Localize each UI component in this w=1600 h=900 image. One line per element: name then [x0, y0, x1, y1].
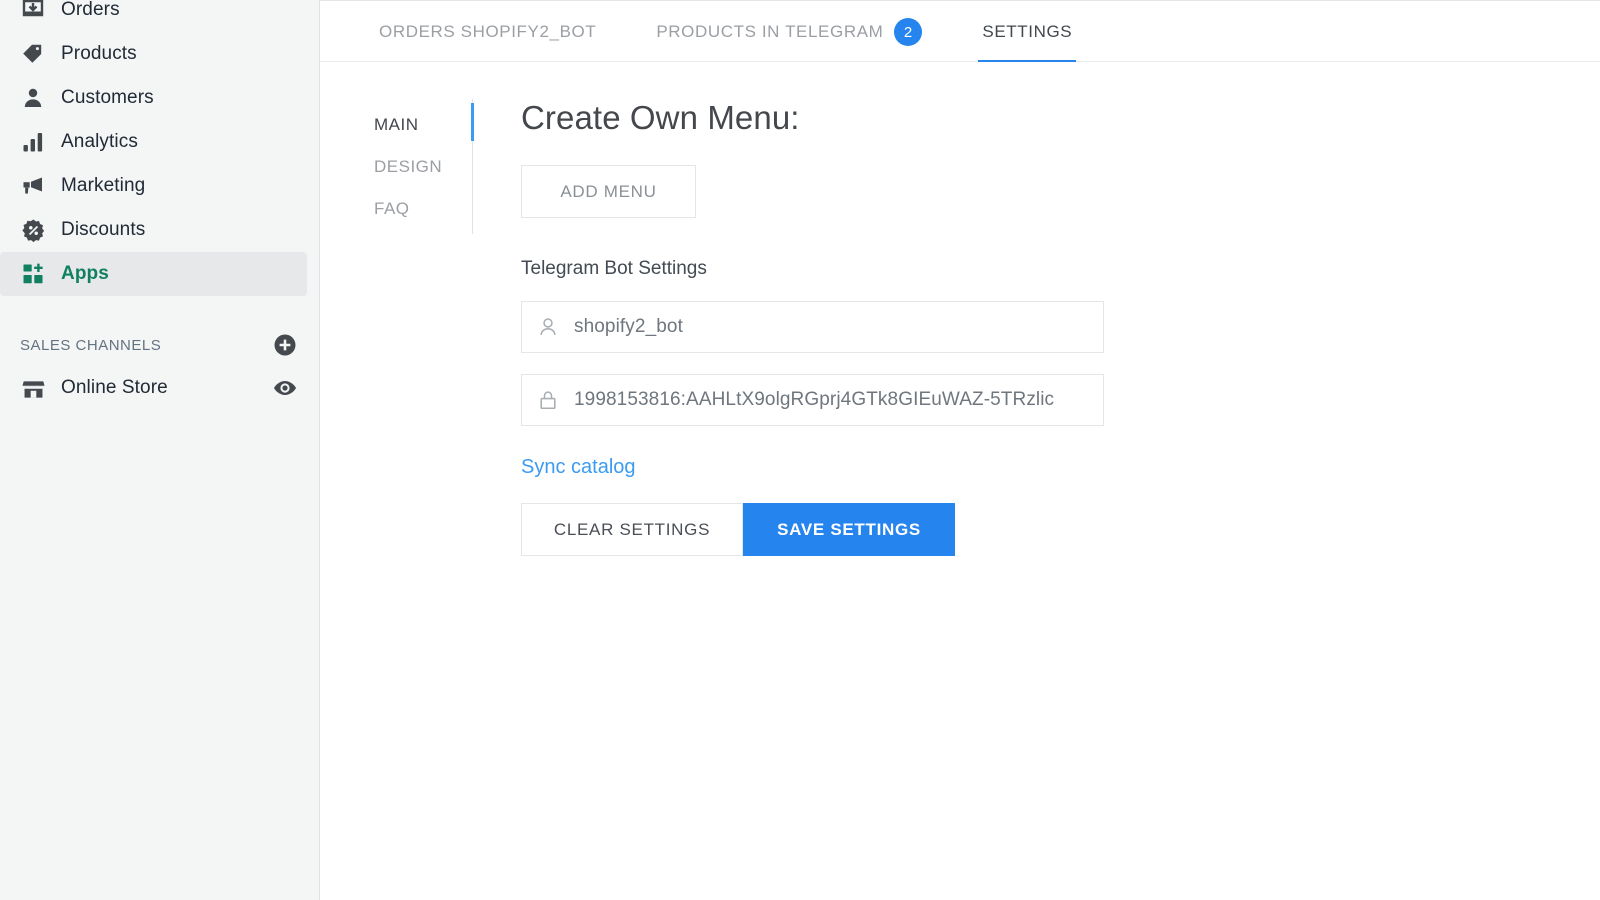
subnav-item-faq[interactable]: FAQ	[374, 188, 459, 230]
subnav-item-main[interactable]: MAIN	[374, 104, 459, 146]
subnav-divider	[471, 99, 474, 234]
lock-icon	[522, 389, 574, 411]
tab-label: ORDERS SHOPIFY2_BOT	[379, 22, 597, 41]
products-icon	[18, 39, 48, 69]
sidebar-item-label: Marketing	[61, 175, 146, 196]
tab-label: PRODUCTS IN TELEGRAM	[656, 22, 884, 41]
subnav-label: MAIN	[374, 115, 419, 134]
sidebar-item-customers[interactable]: Customers	[0, 76, 319, 120]
plus-circle-icon[interactable]	[273, 333, 297, 357]
sidebar-item-apps[interactable]: Apps	[0, 252, 307, 296]
sidebar-item-orders[interactable]: Orders	[0, 0, 319, 32]
bot-token-field[interactable]: 1998153816:AAHLtX9olgRGprj4GTk8GIEuWAZ-5…	[521, 374, 1104, 426]
settings-content: Create Own Menu: ADD MENU Telegram Bot S…	[521, 99, 1600, 556]
sidebar-item-discounts[interactable]: Discounts	[0, 208, 319, 252]
apps-icon	[18, 259, 48, 289]
tab-bar: ORDERS SHOPIFY2_BOT PRODUCTS IN TELEGRAM…	[320, 1, 1600, 62]
sidebar: Orders Products Customers Analytics Mark…	[0, 0, 320, 900]
status-badge: 2	[894, 18, 923, 46]
bot-token-value: 1998153816:AAHLtX9olgRGprj4GTk8GIEuWAZ-5…	[574, 389, 1055, 410]
bot-name-value: shopify2_bot	[574, 316, 683, 337]
settings-body: MAIN DESIGN FAQ Create Own Menu: ADD MEN…	[320, 62, 1600, 556]
add-menu-button[interactable]: ADD MENU	[521, 165, 696, 218]
sidebar-item-products[interactable]: Products	[0, 32, 319, 76]
tab-products-in-telegram[interactable]: PRODUCTS IN TELEGRAM 2	[652, 3, 926, 61]
action-buttons: CLEAR SETTINGS SAVE SETTINGS	[521, 503, 1600, 556]
main-panel: ORDERS SHOPIFY2_BOT PRODUCTS IN TELEGRAM…	[320, 0, 1600, 900]
sidebar-item-label: Customers	[61, 87, 154, 108]
sidebar-item-online-store[interactable]: Online Store	[0, 366, 319, 410]
clear-settings-button[interactable]: CLEAR SETTINGS	[521, 503, 743, 556]
storefront-icon	[18, 373, 48, 403]
sidebar-item-label: Apps	[61, 263, 109, 284]
eye-icon[interactable]	[273, 376, 297, 400]
subnav-label: DESIGN	[374, 157, 443, 176]
user-icon	[522, 316, 574, 338]
sidebar-item-label: Analytics	[61, 131, 138, 152]
sales-channels-title: SALES CHANNELS	[20, 336, 162, 354]
settings-subnav: MAIN DESIGN FAQ	[374, 99, 459, 556]
save-settings-button[interactable]: SAVE SETTINGS	[743, 503, 955, 556]
discounts-icon	[18, 215, 48, 245]
sidebar-item-label: Orders	[61, 0, 120, 20]
sync-catalog-link[interactable]: Sync catalog	[521, 456, 636, 479]
page-title: Create Own Menu:	[521, 99, 800, 136]
sidebar-item-marketing[interactable]: Marketing	[0, 164, 319, 208]
sidebar-item-label: Products	[61, 43, 137, 64]
sidebar-item-label: Discounts	[61, 219, 146, 240]
section-title: Telegram Bot Settings	[521, 258, 707, 279]
bot-name-field[interactable]: shopify2_bot	[521, 301, 1104, 353]
subnav-item-design[interactable]: DESIGN	[374, 146, 459, 188]
orders-icon	[18, 0, 48, 25]
sidebar-item-analytics[interactable]: Analytics	[0, 120, 319, 164]
app-root: Orders Products Customers Analytics Mark…	[0, 0, 1600, 900]
tab-label: SETTINGS	[982, 22, 1073, 41]
marketing-icon	[18, 171, 48, 201]
tab-orders-shopify2-bot[interactable]: ORDERS SHOPIFY2_BOT	[375, 3, 600, 61]
subnav-label: FAQ	[374, 199, 410, 218]
sales-channels-header: SALES CHANNELS	[0, 324, 319, 366]
tab-settings[interactable]: SETTINGS	[978, 3, 1077, 62]
customers-icon	[18, 83, 48, 113]
analytics-icon	[18, 127, 48, 157]
sidebar-item-label: Online Store	[61, 377, 168, 398]
